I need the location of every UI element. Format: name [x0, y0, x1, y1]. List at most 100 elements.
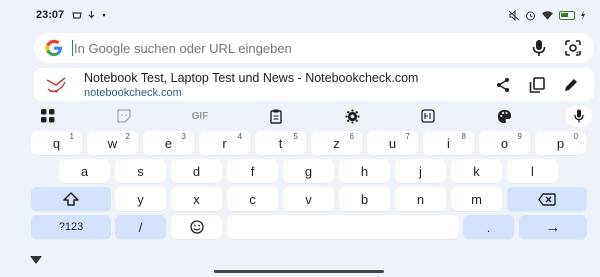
shift-key[interactable] [31, 187, 111, 211]
key-hint: 8 [461, 132, 466, 141]
status-time: 23:07 [36, 9, 65, 21]
keyboard-mic-icon[interactable] [566, 105, 592, 127]
key-hint: 0 [573, 132, 578, 141]
key-label: r [222, 135, 227, 151]
key-z[interactable]: z6 [311, 131, 362, 155]
key-u[interactable]: u7 [367, 131, 418, 155]
edit-icon[interactable] [560, 74, 582, 96]
key-hint: 5 [293, 132, 298, 141]
share-icon[interactable] [492, 74, 514, 96]
key-y[interactable]: y [115, 187, 166, 211]
key-i[interactable]: i8 [423, 131, 474, 155]
search-input[interactable] [74, 40, 516, 56]
key-row-4: ?123 / . → [0, 215, 600, 239]
gesture-handle[interactable] [214, 270, 384, 273]
download-icon [88, 11, 95, 19]
key-d[interactable]: d [171, 159, 222, 183]
suggestion-row[interactable]: Notebook Test, Laptop Test und News - No… [34, 68, 594, 101]
key-hint: 6 [349, 132, 354, 141]
omnibox[interactable] [34, 33, 594, 63]
key-row-2: a s d f g h j k l [0, 159, 600, 183]
key-row-1: q1 w2 e3 r4 t5 z6 u7 i8 o9 p0 [0, 131, 600, 155]
keyboard-toolbar: GIF [0, 104, 600, 128]
backspace-icon [538, 192, 556, 206]
key-label: i [447, 135, 450, 151]
key-l[interactable]: l [507, 159, 558, 183]
gif-button[interactable]: GIF [188, 106, 212, 126]
key-label: q [52, 135, 61, 151]
key-g[interactable]: g [283, 159, 334, 183]
key-label: z [333, 135, 340, 151]
key-label: o [500, 135, 509, 151]
key-k[interactable]: k [451, 159, 502, 183]
status-right-icons [508, 9, 586, 21]
key-hint: 4 [237, 132, 242, 141]
key-o[interactable]: o9 [479, 131, 530, 155]
notebookcheck-favicon [46, 76, 66, 92]
alarm-icon [526, 11, 535, 20]
key-v[interactable]: v [283, 187, 334, 211]
key-hint: 3 [181, 132, 186, 141]
key-p[interactable]: p0 [535, 131, 586, 155]
period-key[interactable]: . [463, 215, 514, 239]
wifi-icon [542, 11, 553, 20]
text-caret [72, 40, 73, 56]
enter-key[interactable]: → [519, 215, 587, 239]
shift-icon [63, 192, 79, 206]
key-label: u [388, 135, 397, 151]
translate-icon[interactable] [416, 106, 440, 126]
space-bar[interactable] [227, 215, 459, 239]
key-m[interactable]: m [451, 187, 502, 211]
symbols-key[interactable]: ?123 [31, 215, 111, 239]
key-h[interactable]: h [339, 159, 390, 183]
sticker-icon[interactable] [112, 106, 136, 126]
key-label: p [556, 135, 565, 151]
lens-camera-icon[interactable] [562, 37, 584, 59]
key-hint: 1 [69, 132, 74, 141]
key-hint: 7 [405, 132, 410, 141]
suggestion-text: Notebook Test, Laptop Test und News - No… [84, 71, 480, 99]
key-n[interactable]: n [395, 187, 446, 211]
key-x[interactable]: x [171, 187, 222, 211]
suggestion-url: notebookcheck.com [84, 86, 182, 99]
emoji-icon [189, 220, 204, 234]
key-hint: 9 [517, 132, 522, 141]
key-a[interactable]: a [59, 159, 110, 183]
key-t[interactable]: t5 [255, 131, 306, 155]
emoji-key[interactable] [171, 215, 222, 239]
clipboard-icon[interactable] [264, 106, 288, 126]
key-c[interactable]: c [227, 187, 278, 211]
apps-grid-icon[interactable] [36, 106, 60, 126]
copy-icon[interactable] [526, 74, 548, 96]
mute-icon [508, 9, 520, 21]
slash-key[interactable]: / [115, 215, 166, 239]
key-f[interactable]: f [227, 159, 278, 183]
key-label: t [278, 135, 283, 151]
hide-keyboard-icon[interactable] [30, 256, 42, 264]
keyboard: GIF q1 w2 e3 r4 t5 z6 u7 i8 o9 p0 a s d [0, 102, 600, 277]
key-j[interactable]: j [395, 159, 446, 183]
key-e[interactable]: e3 [143, 131, 194, 155]
key-label: w [107, 135, 118, 151]
battery-charging-icon [559, 10, 575, 20]
more-dots-icon [102, 13, 106, 17]
key-b[interactable]: b [339, 187, 390, 211]
status-left-icons [72, 10, 107, 20]
charging-bolt-icon [581, 10, 585, 20]
key-label: e [164, 135, 173, 151]
key-r[interactable]: r4 [199, 131, 250, 155]
navigation-bar [0, 252, 600, 277]
backspace-key[interactable] [507, 187, 587, 211]
status-bar: 23:07 [0, 0, 600, 30]
palette-icon[interactable] [492, 106, 516, 126]
key-q[interactable]: q1 [31, 131, 82, 155]
key-hint: 2 [125, 132, 130, 141]
notification-icon [72, 12, 82, 19]
key-w[interactable]: w2 [87, 131, 138, 155]
google-logo [45, 39, 62, 56]
key-s[interactable]: s [115, 159, 166, 183]
key-row-3: y x c v b n m [0, 187, 600, 211]
mic-icon[interactable] [528, 37, 550, 59]
settings-gear-icon[interactable] [340, 106, 364, 126]
suggestion-title: Notebook Test, Laptop Test und News - No… [84, 70, 419, 85]
